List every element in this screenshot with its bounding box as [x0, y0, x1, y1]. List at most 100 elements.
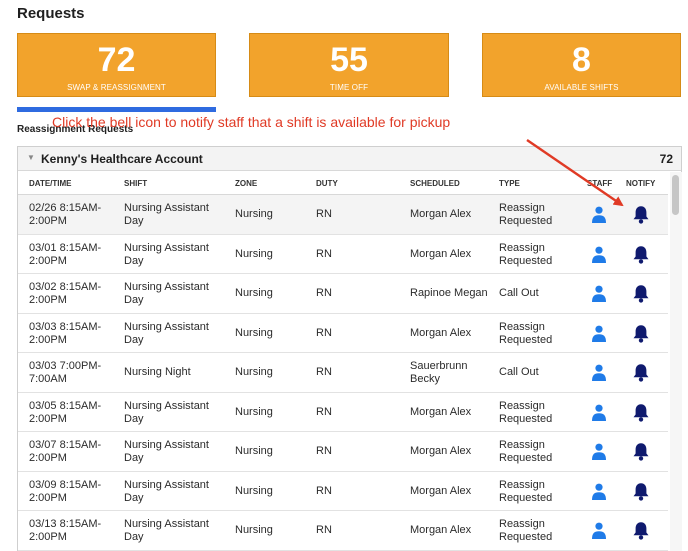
table-row[interactable]: 02/26 8:15AM- 2:00PM Nursing Assistant Day… — [18, 195, 668, 235]
cell-shift: Nursing Assistant Day — [124, 281, 209, 306]
col-type[interactable]: TYPE — [499, 179, 520, 188]
cell-type: Reassign Requested — [499, 478, 553, 504]
cell-zone: Nursing — [235, 208, 273, 220]
cell-type: Call Out — [499, 287, 539, 299]
cell-scheduled: Morgan Alex — [410, 445, 472, 457]
cell-duty: RN — [316, 247, 332, 260]
cell-duty: RN — [316, 524, 332, 536]
table-row[interactable]: 03/05 8:15AM- 2:00PM Nursing Assistant Day… — [18, 393, 668, 432]
col-datetime[interactable]: DATE/TIME — [29, 179, 72, 188]
person-icon[interactable] — [591, 206, 607, 223]
person-icon[interactable] — [591, 443, 607, 460]
table-row[interactable]: 03/03 8:15AM- 2:00PM Nursing Assistant Day… — [18, 314, 668, 353]
cell-scheduled: Morgan Alex — [410, 405, 472, 418]
cell-duty: RN — [316, 445, 332, 457]
person-icon[interactable] — [591, 285, 607, 302]
col-duty[interactable]: DUTY — [316, 179, 338, 188]
table-row[interactable]: 03/07 8:15AM- 2:00PM Nursing Assistant Day… — [18, 432, 668, 472]
bell-icon[interactable] — [632, 482, 650, 501]
cell-zone: Nursing — [235, 247, 273, 260]
cell-shift: Nursing Assistant Day — [124, 518, 209, 543]
cell-zone: Nursing — [235, 445, 273, 457]
table-row[interactable]: 03/09 8:15AM- 2:00PM Nursing Assistant Day… — [18, 472, 668, 511]
table-row[interactable]: 03/03 7:00PM- 7:00AM Nursing Night Nursin… — [18, 353, 668, 393]
col-staff[interactable]: STAFF — [587, 179, 612, 188]
table-row[interactable]: 03/01 8:15AM- 2:00PM Nursing Assistant Day… — [18, 235, 668, 274]
account-name: Kenny's Healthcare Account — [41, 152, 203, 166]
cell-scheduled: Morgan Alex — [410, 247, 472, 260]
cell-datetime: 03/07 8:15AM- 2:00PM — [29, 439, 102, 464]
cell-zone: Nursing — [235, 524, 273, 536]
table-row[interactable]: 03/02 8:15AM- 2:00PM Nursing Assistant Day… — [18, 274, 668, 314]
col-scheduled[interactable]: SCHEDULED — [410, 179, 460, 188]
account-header[interactable]: ▼ Kenny's Healthcare Account 72 — [18, 147, 681, 171]
cell-type: Reassign Requested — [499, 241, 553, 267]
cell-duty: RN — [316, 208, 332, 220]
cell-shift: Nursing Assistant Day — [124, 320, 209, 346]
bell-icon[interactable] — [632, 284, 650, 303]
page-title: Requests — [17, 5, 85, 22]
bell-icon[interactable] — [632, 245, 650, 264]
col-shift[interactable]: SHIFT — [124, 179, 147, 188]
available-shifts-card[interactable]: 8 AVAILABLE SHIFTS — [482, 33, 681, 97]
scrollbar-thumb[interactable] — [672, 175, 679, 215]
time-off-card[interactable]: 55 TIME OFF — [249, 33, 449, 97]
cell-zone: Nursing — [235, 484, 273, 497]
bell-icon[interactable] — [632, 442, 650, 461]
table-header: DATE/TIME SHIFT ZONE DUTY SCHEDULED TYPE… — [18, 172, 668, 195]
cell-scheduled: Rapinoe Megan — [410, 287, 488, 299]
cell-duty: RN — [316, 287, 332, 299]
cell-datetime: 03/03 8:15AM- 2:00PM — [29, 320, 102, 346]
cell-duty: RN — [316, 366, 332, 378]
cell-datetime: 03/05 8:15AM- 2:00PM — [29, 399, 102, 425]
time-off-label: TIME OFF — [329, 83, 369, 92]
active-tab-indicator — [17, 107, 216, 112]
cell-shift: Nursing Assistant Day — [124, 399, 209, 425]
bell-icon[interactable] — [632, 403, 650, 422]
cell-scheduled: Morgan Alex — [410, 326, 472, 339]
available-shifts-label: AVAILABLE SHIFTS — [544, 83, 619, 92]
bell-icon[interactable] — [632, 324, 650, 343]
cell-datetime: 03/13 8:15AM- 2:00PM — [29, 518, 102, 543]
cell-shift: Nursing Assistant Day — [124, 478, 209, 504]
person-icon[interactable] — [591, 522, 607, 539]
col-notify[interactable]: NOTIFY — [626, 179, 655, 188]
cell-duty: RN — [316, 326, 332, 339]
cell-datetime: 02/26 8:15AM- 2:00PM — [29, 202, 102, 227]
person-icon[interactable] — [591, 325, 607, 342]
time-off-count: 55 — [330, 41, 368, 79]
cell-shift: Nursing Assistant Day — [124, 439, 209, 464]
cell-datetime: 03/03 7:00PM- 7:00AM — [29, 360, 102, 385]
person-icon[interactable] — [591, 483, 607, 500]
person-icon[interactable] — [591, 246, 607, 263]
cell-duty: RN — [316, 405, 332, 418]
person-icon[interactable] — [591, 364, 607, 381]
cell-type: Call Out — [499, 366, 539, 378]
cell-zone: Nursing — [235, 405, 273, 418]
col-zone[interactable]: ZONE — [235, 179, 257, 188]
cell-datetime: 03/02 8:15AM- 2:00PM — [29, 281, 102, 306]
cell-type: Reassign Requested — [499, 320, 553, 346]
cell-scheduled: Sauerbrunn Becky — [410, 360, 468, 385]
cell-zone: Nursing — [235, 287, 273, 299]
scrollbar-track[interactable] — [670, 172, 682, 551]
swap-reassignment-label: SWAP & REASSIGNMENT — [67, 83, 166, 92]
swap-reassignment-card[interactable]: 72 SWAP & REASSIGNMENT — [17, 33, 216, 97]
available-shifts-count: 8 — [572, 41, 591, 79]
bell-icon[interactable] — [632, 521, 650, 540]
cell-duty: RN — [316, 484, 332, 497]
cell-shift: Nursing Night — [124, 366, 191, 378]
requests-panel: ▼ Kenny's Healthcare Account 72 DATE/TIM… — [17, 146, 682, 551]
swap-reassignment-count: 72 — [97, 41, 136, 79]
cell-zone: Nursing — [235, 366, 273, 378]
table-row[interactable]: 03/13 8:15AM- 2:00PM Nursing Assistant Day… — [18, 511, 668, 551]
person-icon[interactable] — [591, 404, 607, 421]
bell-icon[interactable] — [632, 363, 650, 382]
cell-scheduled: Morgan Alex — [410, 208, 472, 220]
cell-datetime: 03/09 8:15AM- 2:00PM — [29, 478, 102, 504]
cell-type: Reassign Requested — [499, 439, 553, 464]
cell-scheduled: Morgan Alex — [410, 524, 472, 536]
cell-type: Reassign Requested — [499, 202, 553, 227]
bell-icon[interactable] — [632, 205, 650, 224]
annotation-callout: Click the bell icon to notify staff that… — [52, 114, 451, 130]
